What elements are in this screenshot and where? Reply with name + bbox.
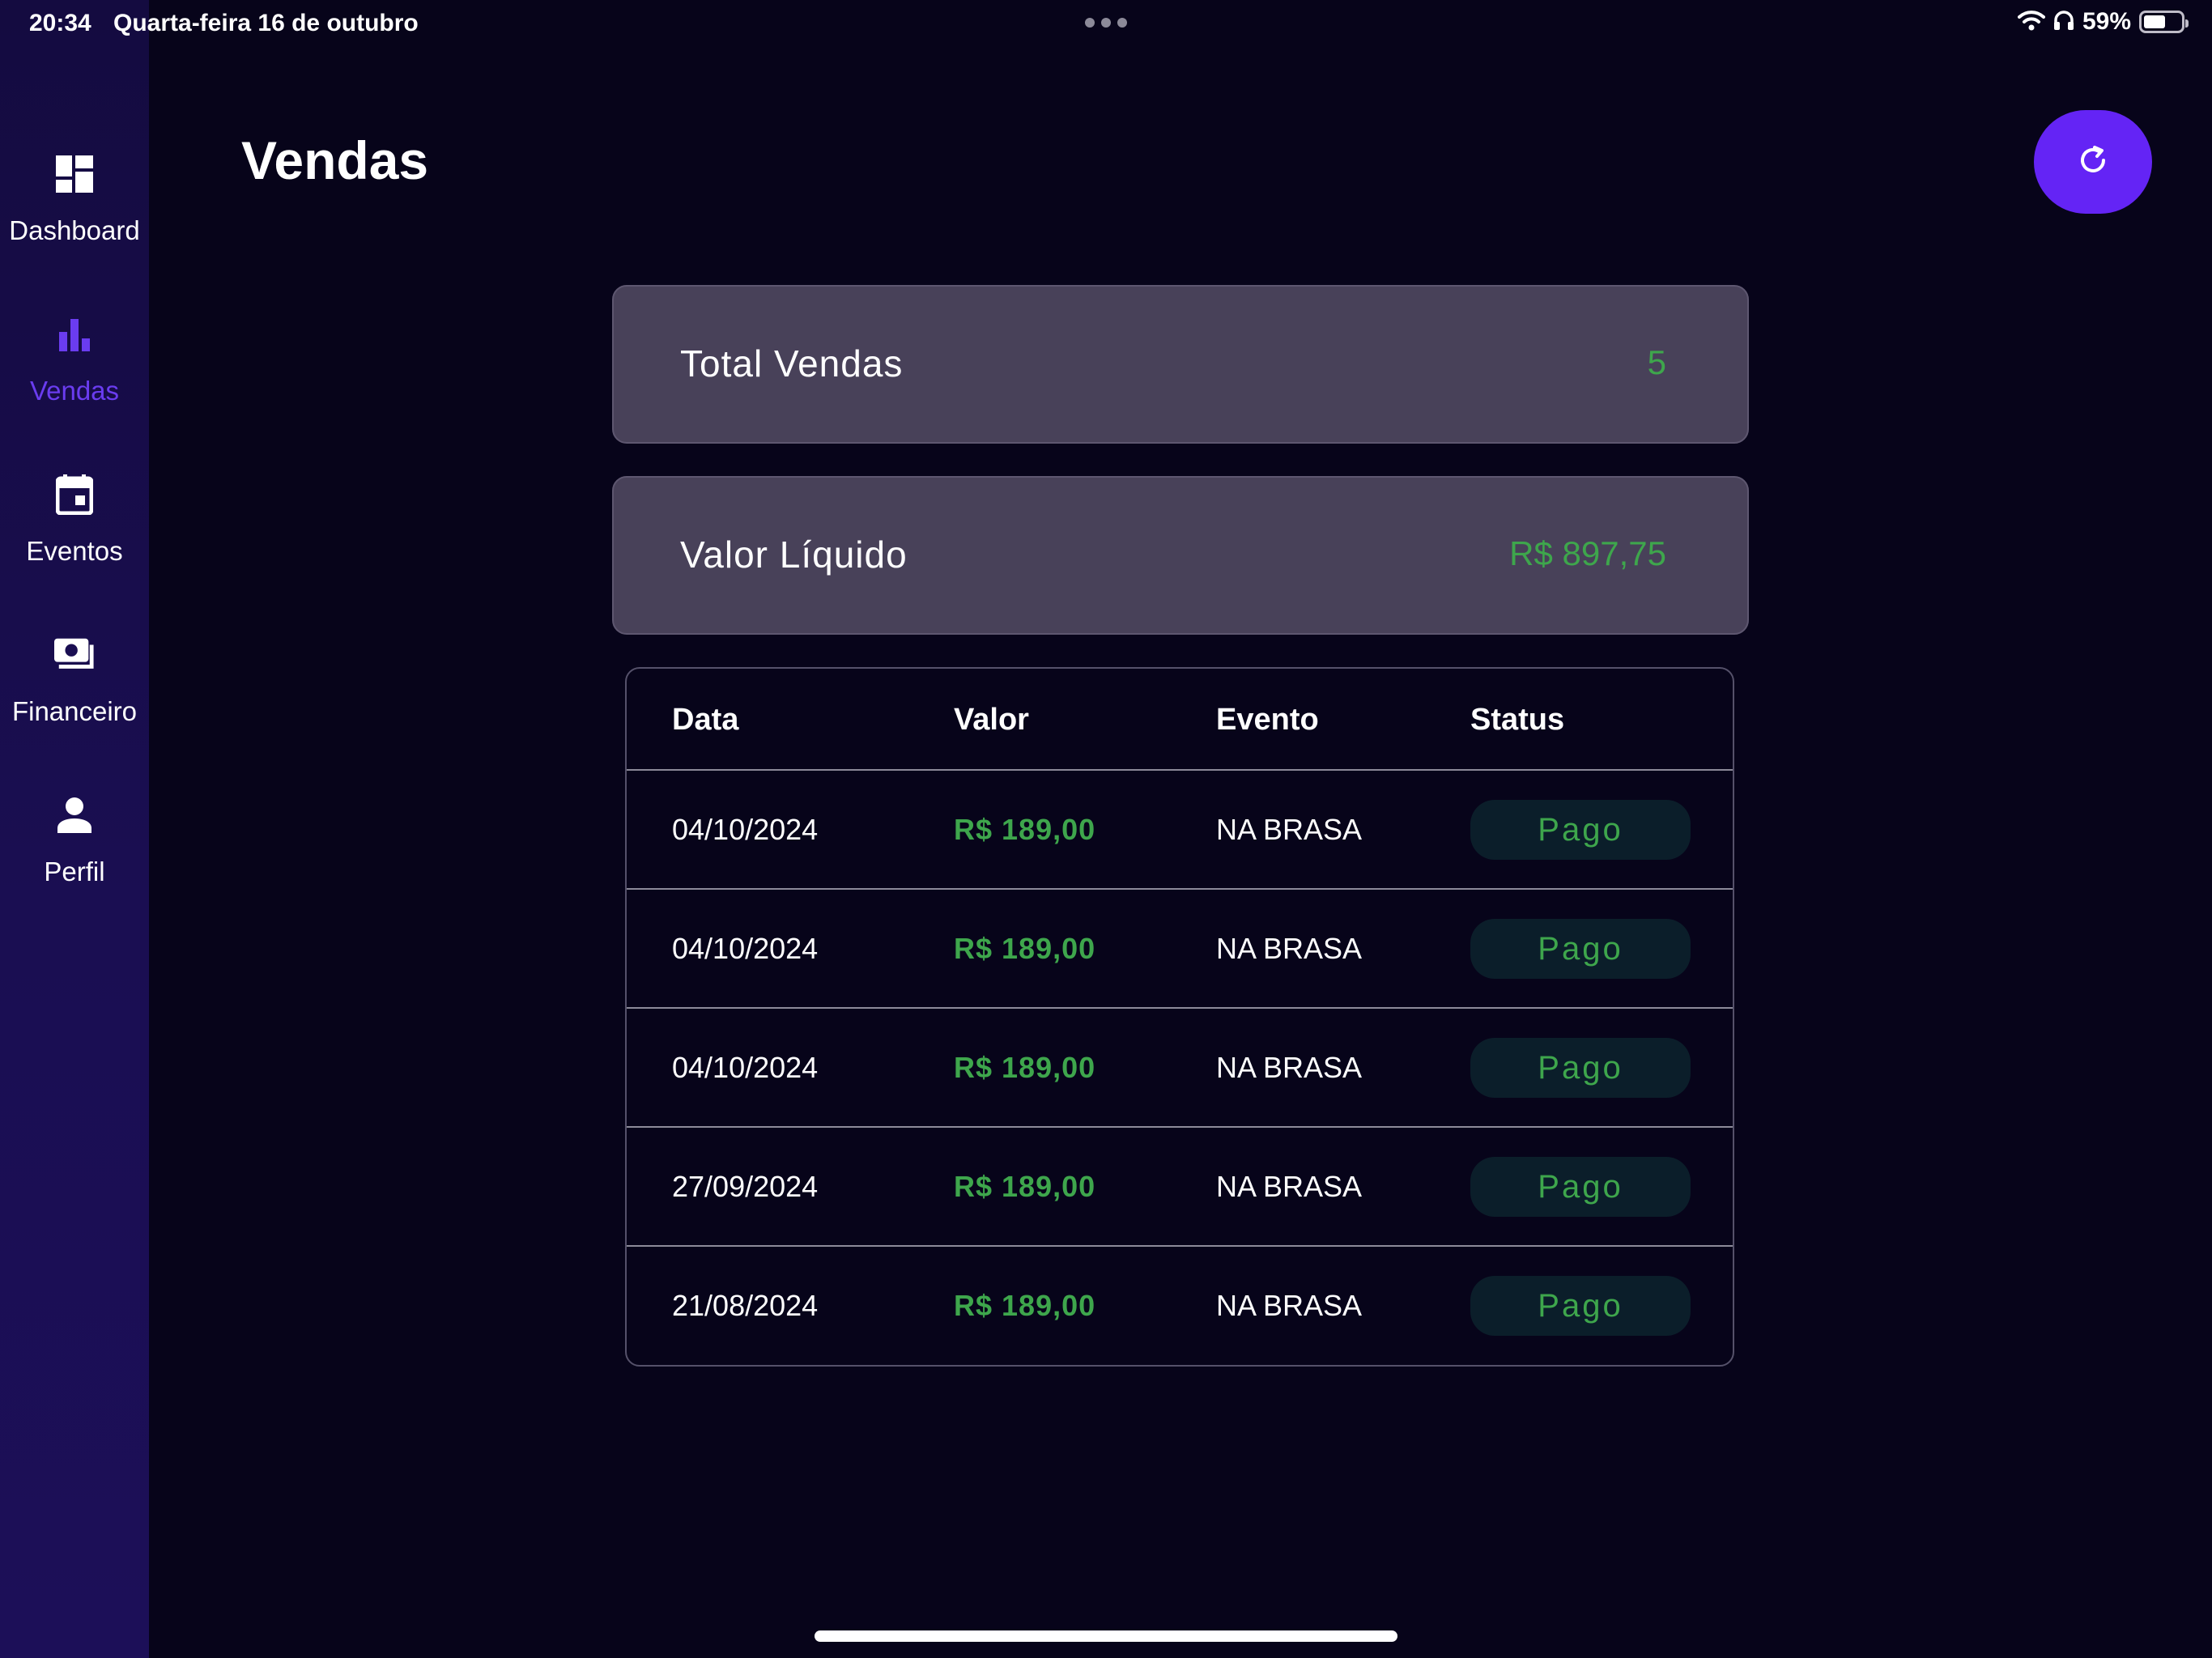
cell-data: 04/10/2024 — [672, 932, 819, 965]
page-title: Vendas — [241, 130, 429, 190]
table-row[interactable]: 04/10/2024 R$ 189,00 NA BRASA Pago — [627, 771, 1733, 890]
table-row[interactable]: 04/10/2024 R$ 189,00 NA BRASA Pago — [627, 1009, 1733, 1128]
status-indicators: 59% — [2017, 8, 2189, 36]
status-bar: 20:34 Quarta-feira 16 de outubro 59% — [0, 0, 2212, 50]
column-header-evento: Evento — [1216, 703, 1319, 737]
sidebar-item-label: Vendas — [29, 376, 120, 406]
battery-icon — [2139, 11, 2189, 33]
column-header-valor: Valor — [954, 703, 1029, 737]
person-icon — [54, 795, 95, 835]
cell-valor: R$ 189,00 — [954, 813, 1096, 846]
refresh-icon — [2077, 144, 2109, 181]
status-date: Quarta-feira 16 de outubro — [113, 10, 419, 36]
dashboard-icon — [54, 154, 95, 194]
status-badge: Pago — [1470, 919, 1691, 979]
sidebar-item-vendas[interactable]: Vendas — [0, 314, 149, 460]
table-header: Data Valor Evento Status — [627, 669, 1733, 771]
wifi-icon — [2017, 10, 2045, 35]
screen: Dashboard Vendas Eventos Financeiro Perf… — [0, 0, 2212, 1658]
money-icon — [54, 635, 95, 675]
sidebar-item-dashboard[interactable]: Dashboard — [0, 154, 149, 300]
cell-evento: NA BRASA — [1216, 932, 1363, 965]
home-indicator[interactable] — [815, 1630, 1397, 1642]
status-time: 20:34 — [29, 10, 91, 36]
table-row[interactable]: 27/09/2024 R$ 189,00 NA BRASA Pago — [627, 1128, 1733, 1247]
total-vendas-value: 5 — [1647, 343, 1666, 381]
bar-chart-icon — [54, 314, 95, 355]
valor-liquido-label: Valor Líquido — [680, 534, 908, 576]
cell-evento: NA BRASA — [1216, 813, 1363, 846]
total-vendas-label: Total Vendas — [680, 342, 904, 385]
sidebar-item-label: Financeiro — [11, 696, 138, 726]
cell-valor: R$ 189,00 — [954, 1051, 1096, 1084]
valor-liquido-value: R$ 897,75 — [1509, 534, 1666, 572]
sidebar-item-financeiro[interactable]: Financeiro — [0, 635, 149, 780]
cell-evento: NA BRASA — [1216, 1289, 1363, 1322]
cell-data: 21/08/2024 — [672, 1289, 819, 1322]
cell-valor: R$ 189,00 — [954, 932, 1096, 965]
cell-valor: R$ 189,00 — [954, 1289, 1096, 1322]
cell-data: 04/10/2024 — [672, 813, 819, 846]
battery-percentage: 59% — [2082, 8, 2131, 35]
column-header-data: Data — [672, 703, 739, 737]
table-row[interactable]: 04/10/2024 R$ 189,00 NA BRASA Pago — [627, 890, 1733, 1009]
total-vendas-card: Total Vendas 5 — [612, 285, 1749, 444]
status-badge: Pago — [1470, 1276, 1691, 1336]
sidebar-item-label: Eventos — [26, 536, 123, 566]
refresh-button[interactable] — [2034, 110, 2152, 214]
headphones-icon — [2053, 10, 2074, 35]
table-row[interactable]: 21/08/2024 R$ 189,00 NA BRASA Pago — [627, 1247, 1733, 1365]
column-header-status: Status — [1470, 703, 1565, 737]
cell-data: 04/10/2024 — [672, 1051, 819, 1084]
status-badge: Pago — [1470, 800, 1691, 860]
multitasking-dots[interactable] — [1085, 18, 1127, 28]
sidebar-item-label: Perfil — [44, 857, 105, 886]
cell-data: 27/09/2024 — [672, 1170, 819, 1203]
sales-table: Data Valor Evento Status 04/10/2024 R$ 1… — [625, 667, 1734, 1367]
calendar-icon — [54, 474, 95, 515]
valor-liquido-card: Valor Líquido R$ 897,75 — [612, 476, 1749, 635]
cell-valor: R$ 189,00 — [954, 1170, 1096, 1203]
status-badge: Pago — [1470, 1157, 1691, 1217]
sidebar-item-eventos[interactable]: Eventos — [0, 474, 149, 620]
cell-evento: NA BRASA — [1216, 1051, 1363, 1084]
sidebar-item-label: Dashboard — [9, 215, 140, 245]
cell-evento: NA BRASA — [1216, 1170, 1363, 1203]
status-badge: Pago — [1470, 1038, 1691, 1098]
sidebar-item-perfil[interactable]: Perfil — [0, 795, 149, 941]
sidebar: Dashboard Vendas Eventos Financeiro Perf… — [0, 0, 149, 1658]
